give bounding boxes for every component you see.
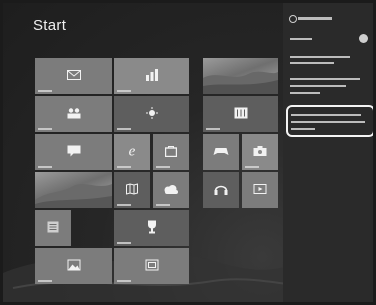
landscape-photo xyxy=(35,184,112,208)
video-tile[interactable] xyxy=(114,248,189,284)
headphones-icon xyxy=(214,183,228,197)
settings-item-1[interactable] xyxy=(288,53,370,69)
games-tile[interactable] xyxy=(203,134,239,170)
sports-trophy-tile[interactable] xyxy=(114,210,189,246)
sun-icon xyxy=(145,107,158,121)
internet-explorer-icon: e xyxy=(128,143,136,160)
tile-caption xyxy=(117,242,131,244)
photos-tile[interactable] xyxy=(35,248,112,284)
tile-caption xyxy=(117,128,131,130)
tile-caption xyxy=(117,166,131,168)
landscape-photo xyxy=(203,71,278,94)
tile-caption xyxy=(117,280,131,282)
sports-tile[interactable] xyxy=(35,210,71,246)
finance-tile[interactable] xyxy=(114,58,189,94)
camera-tile[interactable] xyxy=(242,134,278,170)
cloud-icon xyxy=(163,184,179,196)
tile-caption xyxy=(117,204,131,206)
tile-caption xyxy=(38,128,52,130)
internet-explorer-tile[interactable]: e xyxy=(114,134,150,170)
skydrive-tile[interactable] xyxy=(153,172,189,208)
desktop-tile[interactable] xyxy=(35,172,112,208)
play-icon xyxy=(253,184,267,196)
tile-caption xyxy=(38,166,52,168)
messaging-tile[interactable] xyxy=(35,134,112,170)
shopping-bag-icon xyxy=(164,145,178,159)
trophy-icon xyxy=(146,220,158,236)
settings-item-2[interactable] xyxy=(288,75,370,97)
tile-caption xyxy=(245,166,259,168)
chevron-down-icon xyxy=(359,34,368,43)
mail-tile[interactable] xyxy=(35,58,112,94)
tile-caption xyxy=(38,280,52,282)
people-icon xyxy=(67,108,81,121)
people-tile[interactable] xyxy=(35,96,112,132)
tile-caption xyxy=(156,166,170,168)
game-controller-icon xyxy=(213,146,229,158)
map-icon xyxy=(126,183,138,197)
news-photo-tile[interactable] xyxy=(203,58,278,94)
picture-icon xyxy=(67,259,80,273)
tile-caption xyxy=(206,128,220,130)
mail-icon xyxy=(66,70,81,82)
settings-panel xyxy=(283,3,373,302)
music-tile[interactable] xyxy=(203,172,239,208)
weather-tile[interactable] xyxy=(114,96,189,132)
chat-bubble-icon xyxy=(67,145,80,159)
camera-icon xyxy=(253,146,267,158)
calendar-icon xyxy=(234,107,247,121)
newspaper-icon xyxy=(47,221,59,235)
settings-dropdown[interactable] xyxy=(288,33,370,45)
start-screen: Start e xyxy=(3,3,373,302)
selection-highlight xyxy=(286,105,373,137)
settings-header-icon xyxy=(289,15,297,23)
calendar-tile[interactable] xyxy=(203,96,278,132)
media-tile[interactable] xyxy=(242,172,278,208)
tile-caption xyxy=(156,204,170,206)
tile-caption xyxy=(38,90,52,92)
maps-tile[interactable] xyxy=(114,172,150,208)
chart-icon xyxy=(145,69,159,83)
film-icon xyxy=(145,259,158,273)
store-tile[interactable] xyxy=(153,134,189,170)
start-title: Start xyxy=(33,17,67,34)
tile-caption xyxy=(117,90,131,92)
settings-header-text xyxy=(298,17,332,20)
